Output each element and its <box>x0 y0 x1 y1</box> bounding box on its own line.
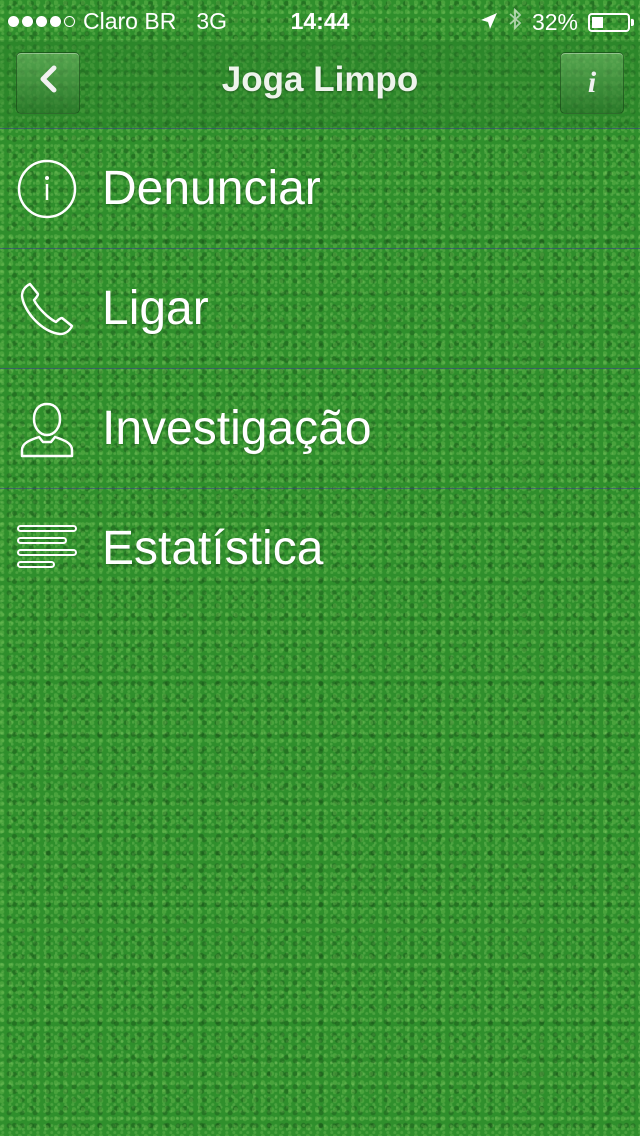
status-bar: Claro BR 3G 14:44 32% <box>0 0 640 40</box>
menu-item-denunciar[interactable]: Denunciar <box>0 129 640 249</box>
info-button[interactable]: i <box>560 52 624 114</box>
page-title: Joga Limpo <box>221 60 419 99</box>
menu-item-estatistica[interactable]: Estatística <box>0 489 640 608</box>
menu-item-ligar[interactable]: Ligar <box>0 249 640 369</box>
navigation-bar: Joga Limpo i <box>0 40 640 129</box>
battery-icon <box>588 12 634 32</box>
status-right: 32% <box>480 7 634 36</box>
phone-icon <box>16 278 78 340</box>
battery-percent: 32% <box>531 8 578 35</box>
menu-item-investigacao[interactable]: Investigação <box>0 369 640 489</box>
bluetooth-icon <box>508 7 522 36</box>
person-icon <box>16 398 78 460</box>
menu-item-label: Ligar <box>102 282 209 335</box>
info-icon: i <box>587 66 597 99</box>
menu-item-label: Investigação <box>102 402 372 455</box>
info-circle-icon <box>16 158 78 220</box>
menu-item-label: Denunciar <box>102 162 321 215</box>
bars-icon <box>16 518 78 580</box>
main-menu: Denunciar Ligar Investigação Estatística <box>0 129 640 608</box>
battery-fill <box>592 16 603 28</box>
location-arrow-icon <box>480 9 498 36</box>
menu-item-label: Estatística <box>102 522 324 575</box>
